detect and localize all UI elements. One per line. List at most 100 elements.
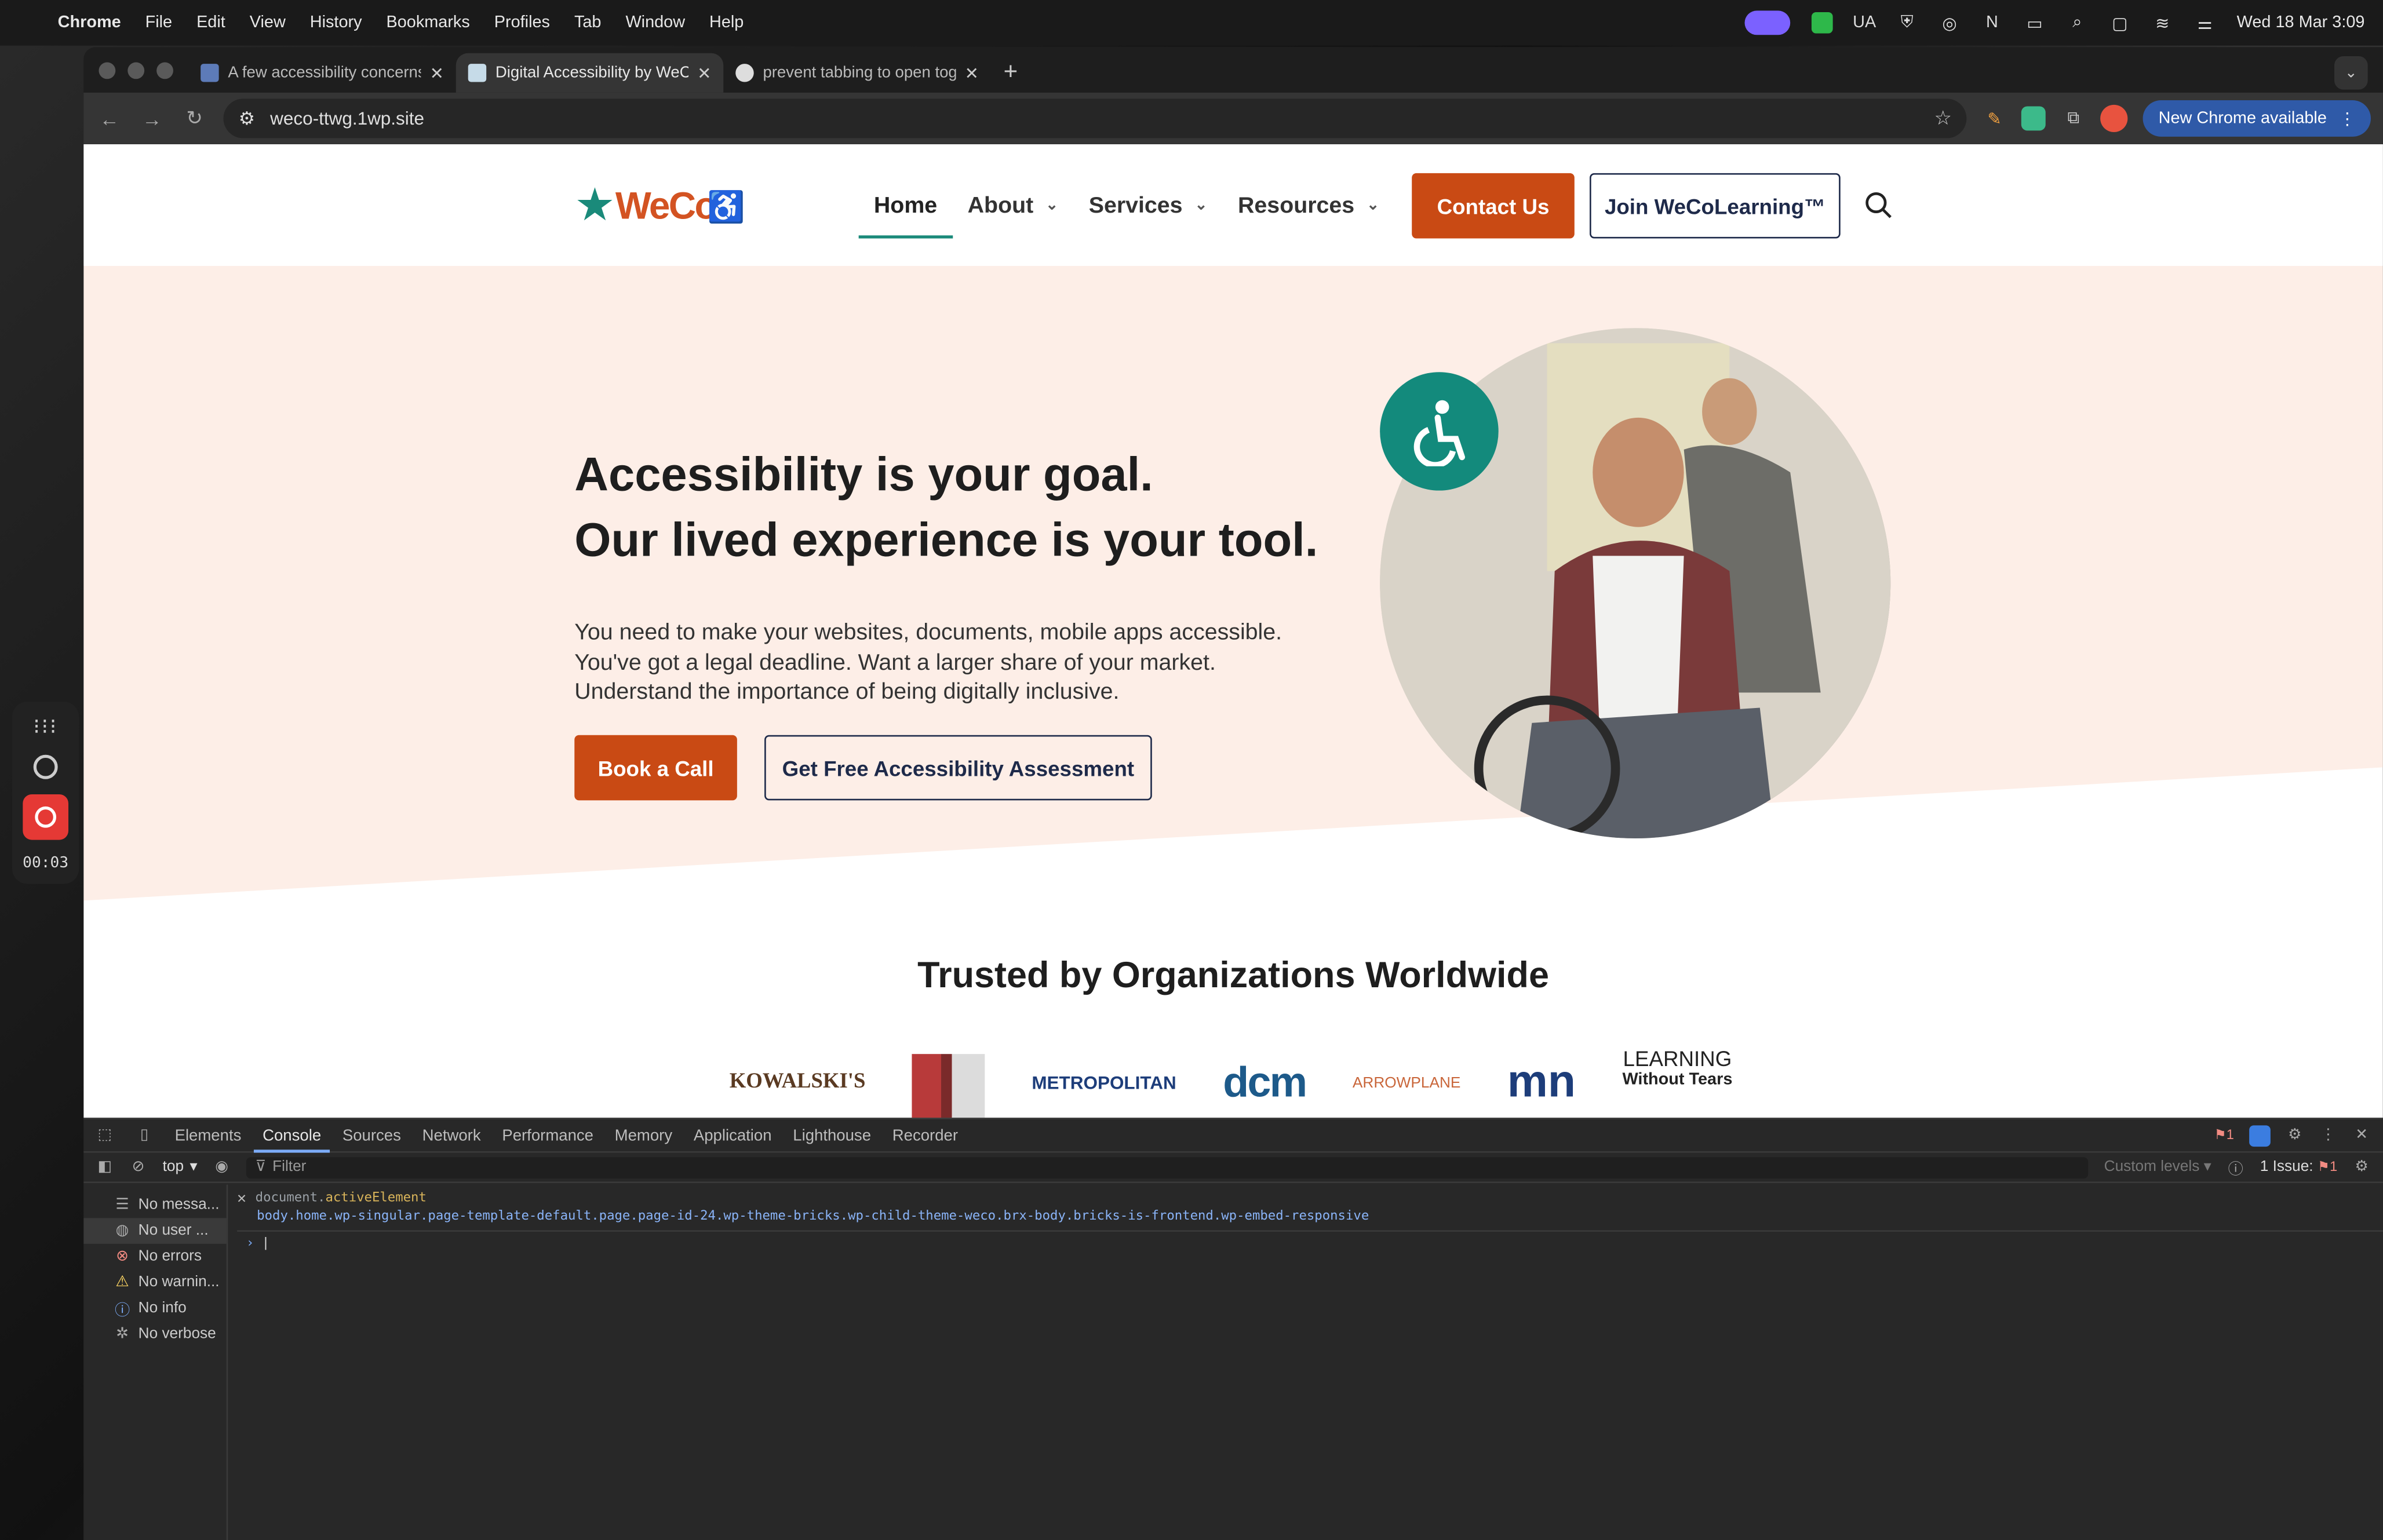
- error-count-badge[interactable]: ⚑1: [2214, 1127, 2234, 1144]
- tab-digital-accessibility[interactable]: Digital Accessibility by WeCo ✕: [456, 53, 724, 93]
- tab-github-issue[interactable]: prevent tabbing to open togg ✕: [723, 53, 991, 93]
- sync-icon[interactable]: ◎: [1939, 14, 1961, 32]
- green-extension-icon[interactable]: [2021, 106, 2046, 131]
- menubar-clock[interactable]: Wed 18 Mar 3:09: [2237, 14, 2365, 32]
- menu-help[interactable]: Help: [709, 14, 744, 32]
- tab-recorder[interactable]: Recorder: [892, 1126, 958, 1144]
- nav-services[interactable]: Services ⌄: [1073, 144, 1222, 266]
- tab-search-chevron-icon[interactable]: ⌄: [2334, 56, 2368, 90]
- menu-profiles[interactable]: Profiles: [494, 14, 550, 32]
- live-expression-result[interactable]: body.home.wp-singular.page-template-defa…: [237, 1209, 2383, 1232]
- stop-recording-button[interactable]: [23, 794, 69, 840]
- shield-icon[interactable]: ⛨: [1896, 13, 1918, 32]
- join-wecolearning-button[interactable]: Join WeCoLearning™: [1590, 173, 1841, 239]
- console-prompt-input[interactable]: › |: [237, 1236, 2383, 1251]
- context-selector[interactable]: top ▾: [163, 1159, 198, 1176]
- zoom-window-button[interactable]: [156, 61, 173, 78]
- pen-extension-icon[interactable]: ✎: [1982, 106, 2006, 130]
- menu-bookmarks[interactable]: Bookmarks: [386, 14, 469, 32]
- sidebar-errors[interactable]: ⊗ No errors: [114, 1244, 227, 1270]
- close-window-button[interactable]: [99, 61, 116, 78]
- live-expression[interactable]: document.activeElement: [256, 1191, 427, 1206]
- menu-edit[interactable]: Edit: [196, 14, 225, 32]
- nav-resources[interactable]: Resources ⌄: [1223, 144, 1395, 266]
- app-status-icon[interactable]: [1811, 12, 1833, 34]
- hero-heading: Accessibility is your goal. Our lived ex…: [574, 442, 1349, 572]
- sidebar-user-messages[interactable]: ◍ No user ...: [83, 1218, 227, 1244]
- settings-gear-icon[interactable]: ⚙: [2286, 1126, 2304, 1144]
- info-icon[interactable]: ⓘ: [2227, 1158, 2244, 1178]
- tab-sources[interactable]: Sources: [342, 1126, 401, 1144]
- wheelchair-icon: [1413, 400, 1465, 466]
- menu-window[interactable]: Window: [625, 14, 685, 32]
- mic-muted-icon[interactable]: [33, 754, 58, 779]
- url-text[interactable]: weco-ttwg.1wp.site: [270, 108, 424, 129]
- nav-home[interactable]: Home: [858, 144, 953, 266]
- extensions-puzzle-icon[interactable]: ⧉: [2061, 106, 2086, 130]
- input-source-label[interactable]: UA: [1853, 14, 1876, 32]
- free-assessment-button[interactable]: Get Free Accessibility Assessment: [764, 735, 1152, 801]
- tab-accessibility-concerns[interactable]: A few accessibility concerns i ✕: [188, 53, 456, 93]
- building-logo: [912, 1054, 985, 1118]
- tab-console[interactable]: Console: [253, 1126, 330, 1152]
- close-devtools-icon[interactable]: ✕: [2352, 1126, 2370, 1144]
- console-filter-input[interactable]: ⊽ Filter: [246, 1156, 2089, 1178]
- apple-icon[interactable]: [18, 13, 36, 32]
- new-tab-button[interactable]: +: [991, 53, 1030, 93]
- menu-app-chrome[interactable]: Chrome: [58, 14, 121, 32]
- contact-us-button[interactable]: Contact Us: [1412, 173, 1575, 239]
- back-arrow-icon[interactable]: ←: [96, 105, 123, 132]
- sidebar-info[interactable]: ⓘ No info: [114, 1296, 227, 1322]
- battery-icon[interactable]: ▭: [2024, 14, 2046, 32]
- tab-performance[interactable]: Performance: [502, 1126, 593, 1144]
- new-chrome-available-button[interactable]: New Chrome available ⋮: [2143, 100, 2371, 137]
- address-bar[interactable]: ⚙ weco-ttwg.1wp.site ☆: [223, 98, 1967, 138]
- screen-share-icon[interactable]: [1744, 10, 1790, 35]
- book-a-call-button[interactable]: Book a Call: [574, 735, 737, 801]
- tab-network[interactable]: Network: [422, 1126, 481, 1144]
- nav-about[interactable]: About ⌄: [952, 144, 1073, 266]
- search-icon[interactable]: [1865, 191, 1892, 218]
- menu-view[interactable]: View: [250, 14, 286, 32]
- tab-application[interactable]: Application: [694, 1126, 772, 1144]
- reload-icon[interactable]: ↻: [181, 105, 208, 132]
- console-filter-bar: ◧ ⊘ top ▾ ◉ ⊽ Filter Custom levels ▾ ⓘ 1 …: [83, 1153, 2383, 1183]
- sidebar-toggle-icon[interactable]: ◧: [96, 1158, 114, 1176]
- live-expression-eye-icon[interactable]: ◉: [213, 1158, 231, 1176]
- sidebar-verbose[interactable]: ✲ No verbose: [114, 1322, 227, 1348]
- minimize-window-button[interactable]: [127, 61, 145, 78]
- issues-counter[interactable]: 1 Issue: ⚑1: [2260, 1159, 2337, 1176]
- menu-file[interactable]: File: [145, 14, 173, 32]
- site-info-icon[interactable]: ⚙: [239, 108, 255, 129]
- remove-expression-icon[interactable]: ✕: [237, 1190, 246, 1207]
- grid-dots-icon[interactable]: ⁝⁝⁝: [33, 714, 58, 740]
- forward-arrow-icon[interactable]: →: [139, 105, 166, 132]
- menu-history[interactable]: History: [310, 14, 362, 32]
- bookmark-star-icon[interactable]: ☆: [1934, 106, 1952, 130]
- tab-lighthouse[interactable]: Lighthouse: [793, 1126, 871, 1144]
- ai-assistance-icon[interactable]: [2249, 1125, 2271, 1146]
- close-tab-icon[interactable]: ✕: [697, 63, 711, 82]
- console-settings-icon[interactable]: ⚙: [2352, 1158, 2370, 1176]
- tab-memory[interactable]: Memory: [615, 1126, 672, 1144]
- screen-mirror-icon[interactable]: ▢: [2109, 14, 2130, 32]
- clear-console-icon[interactable]: ⊘: [129, 1158, 147, 1176]
- control-center-icon[interactable]: ⚌: [2194, 14, 2216, 32]
- github-favicon-icon: [735, 64, 754, 82]
- log-levels-dropdown[interactable]: Custom levels ▾: [2104, 1159, 2211, 1176]
- sidebar-warnings[interactable]: ⚠ No warnin...: [114, 1269, 227, 1296]
- notion-icon[interactable]: N: [1981, 14, 2003, 32]
- profile-avatar[interactable]: [2101, 104, 2129, 133]
- wifi-icon[interactable]: ≋: [2152, 14, 2173, 32]
- spotlight-icon[interactable]: ⌕: [2067, 13, 2088, 32]
- close-tab-icon[interactable]: ✕: [965, 63, 979, 82]
- more-options-icon[interactable]: ⋮: [2319, 1126, 2337, 1144]
- menu-tab[interactable]: Tab: [574, 14, 602, 32]
- device-toolbar-icon[interactable]: ▯: [135, 1126, 153, 1144]
- sidebar-messages[interactable]: ☰ No messa...: [114, 1192, 227, 1218]
- devtools-actions: ⚑1 ⚙ ⋮ ✕: [2214, 1125, 2371, 1146]
- tab-elements[interactable]: Elements: [175, 1126, 242, 1144]
- inspect-element-icon[interactable]: ⬚: [96, 1126, 114, 1144]
- close-tab-icon[interactable]: ✕: [430, 63, 444, 82]
- weco-logo[interactable]: ★ WeCo ♿: [574, 181, 745, 232]
